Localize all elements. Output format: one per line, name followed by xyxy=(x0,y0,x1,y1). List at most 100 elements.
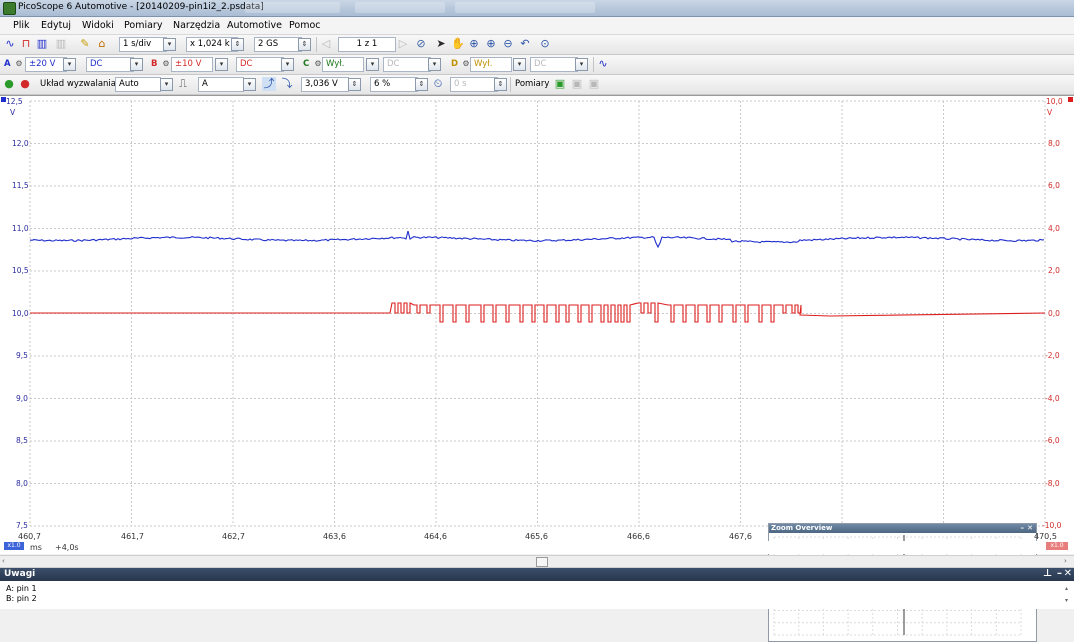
time-axis-tick: 460,7 xyxy=(18,532,41,541)
inactive-window-tab[interactable] xyxy=(455,2,595,13)
channel-d-range-dropdown[interactable]: ▾ xyxy=(513,58,526,71)
axis-b-tick: 0,0 xyxy=(1048,309,1060,318)
menu-help[interactable]: Pomoc xyxy=(289,20,321,31)
channel-a-coupling-dropdown[interactable]: ▾ xyxy=(130,58,143,71)
add-measurement-icon[interactable]: ▣ xyxy=(553,77,567,91)
next-buffer-icon[interactable]: ▷ xyxy=(396,37,410,51)
trigger-source-dropdown[interactable]: ▾ xyxy=(243,78,256,91)
zoom-in-icon[interactable]: ⊕ xyxy=(484,37,498,51)
rising-edge-icon[interactable]: ⤴ xyxy=(262,77,276,91)
channel-d-range[interactable]: Wył. xyxy=(470,57,512,72)
previous-buffer-icon[interactable]: ◁ xyxy=(319,37,333,51)
axis-b-tick: 2,0 xyxy=(1048,266,1060,275)
channel-d-coupling-dropdown[interactable]: ▾ xyxy=(575,58,588,71)
channel-d-label: D xyxy=(451,59,459,69)
time-axis-row: 460,7 461,7 462,7 463,6 464,6 465,6 466,… xyxy=(0,532,1074,554)
spectrum-disabled-icon: ▥ xyxy=(55,37,67,50)
menu-measurements[interactable]: Pomiary xyxy=(124,20,162,31)
channel-d-coupling[interactable]: DC xyxy=(530,57,578,72)
menu-edit[interactable]: Edytuj xyxy=(41,20,71,31)
channel-b-coupling[interactable]: DC xyxy=(236,57,284,72)
channel-a-zoom-badge[interactable]: x1.0 xyxy=(4,542,24,550)
axis-b-tick: 8,0 xyxy=(1048,139,1060,148)
home-icon[interactable]: ⌂ xyxy=(95,37,109,51)
trigger-threshold-spinner[interactable]: ⇕ xyxy=(348,78,361,91)
channel-b-range[interactable]: ±10 V xyxy=(171,57,213,72)
axis-a-tick: 8,5 xyxy=(16,436,28,445)
trigger-mode-dropdown[interactable]: ▾ xyxy=(160,78,173,91)
channel-b-coupling-dropdown[interactable]: ▾ xyxy=(281,58,294,71)
hand-pan-icon[interactable]: ✋ xyxy=(451,37,465,51)
trigger-threshold-field[interactable]: 3,036 V xyxy=(301,77,349,92)
axis-a-tick: 8,0 xyxy=(16,479,28,488)
waveform-canvas[interactable] xyxy=(0,96,1074,542)
notes-text-area[interactable]: A: pin 1 B: pin 2 ▴ ▾ xyxy=(0,581,1074,609)
channel-a-range[interactable]: ±20 V xyxy=(25,57,67,72)
axis-a-tick: 9,5 xyxy=(16,351,28,360)
pin-icon[interactable]: ⊥ xyxy=(1043,568,1052,579)
timebase-field[interactable]: 1 s/div xyxy=(119,37,167,52)
axis-a-tick: 9,0 xyxy=(16,394,28,403)
scroll-right-icon[interactable]: › xyxy=(1064,557,1072,565)
time-axis-tick: 467,6 xyxy=(729,532,752,541)
math-channels-icon[interactable]: ∿ xyxy=(596,57,610,71)
channel-a-coupling[interactable]: DC xyxy=(86,57,134,72)
probe-wand-icon[interactable]: ✎ xyxy=(78,37,92,51)
scroll-thumb[interactable] xyxy=(536,557,548,567)
time-axis-tick: 470,5 xyxy=(1034,532,1057,541)
pretrigger-field[interactable]: 6 % xyxy=(370,77,418,92)
menu-automotive[interactable]: Automotive xyxy=(227,20,282,31)
menu-tools[interactable]: Narzędzia xyxy=(173,20,220,31)
toolbar-separator xyxy=(316,37,317,52)
stop-capture-icon[interactable]: ● xyxy=(18,77,32,91)
menu-views[interactable]: Widoki xyxy=(82,20,114,31)
post-trigger-delay-icon[interactable]: ⏲ xyxy=(431,77,445,91)
menu-bar: Plik Edytuj Widoki Pomiary Narzędzia Aut… xyxy=(0,17,1074,35)
persistence-mode-icon[interactable]: ⊓ xyxy=(19,37,33,51)
buffer-page-field[interactable]: 1 z 1 xyxy=(338,37,396,52)
advanced-trigger-icon[interactable]: ⎍ xyxy=(176,77,190,91)
channel-b-range-dropdown[interactable]: ▾ xyxy=(215,58,228,71)
spectrum-mode-icon[interactable]: ▥ xyxy=(35,37,49,51)
inactive-window-tab[interactable] xyxy=(245,2,340,13)
sample-count-spinner[interactable]: ⇕ xyxy=(298,38,311,51)
pretrigger-spinner[interactable]: ⇕ xyxy=(415,78,428,91)
minimize-icon[interactable]: – xyxy=(1057,568,1062,579)
trigger-delay-spinner[interactable]: ⇕ xyxy=(494,78,507,91)
edit-measurement-icon[interactable]: ▣ xyxy=(570,77,584,91)
delete-measurement-icon[interactable]: ▣ xyxy=(587,77,601,91)
scroll-up-icon[interactable]: ▴ xyxy=(1065,585,1068,592)
channel-c-range-dropdown[interactable]: ▾ xyxy=(366,58,379,71)
zoom-out-icon[interactable]: ⊖ xyxy=(501,37,515,51)
menu-file[interactable]: Plik xyxy=(13,20,30,31)
zoom-area-icon[interactable]: ⊕ xyxy=(467,37,481,51)
undo-zoom-icon[interactable]: ↶ xyxy=(518,37,532,51)
channel-c-coupling-dropdown[interactable]: ▾ xyxy=(428,58,441,71)
trigger-delay-field[interactable]: 0 s xyxy=(450,77,498,92)
select-pointer-icon[interactable]: ➤ xyxy=(434,37,448,51)
close-icon[interactable]: ✕ xyxy=(1027,524,1033,533)
scroll-left-icon[interactable]: ‹ xyxy=(2,557,10,565)
channel-c-range[interactable]: Wył. xyxy=(322,57,364,72)
sample-count-field[interactable]: 2 GS xyxy=(254,37,302,52)
timebase-dropdown[interactable]: ▾ xyxy=(163,38,176,51)
zoom-factor-spinner[interactable]: ⇕ xyxy=(231,38,244,51)
trigger-source-field[interactable]: A xyxy=(198,77,244,92)
scroll-down-icon[interactable]: ▾ xyxy=(1065,597,1068,604)
trigger-mode-field[interactable]: Auto xyxy=(115,77,161,92)
scope-mode-icon[interactable]: ∿ xyxy=(3,37,17,51)
close-icon[interactable]: ✕ xyxy=(1064,568,1072,579)
horizontal-scrollbar[interactable]: ‹ › xyxy=(0,555,1074,568)
channel-a-options-icon[interactable]: ⚙ xyxy=(12,57,26,71)
channel-c-coupling[interactable]: DC xyxy=(383,57,431,72)
channel-b-zoom-badge[interactable]: x1.0 xyxy=(1046,542,1068,550)
buffer-navigator-icon[interactable]: ⊘ xyxy=(414,37,428,51)
channel-a-range-dropdown[interactable]: ▾ xyxy=(63,58,76,71)
axis-a-unit: V xyxy=(10,108,16,117)
falling-edge-icon[interactable]: ⤵ xyxy=(280,77,294,91)
minimize-icon[interactable]: – xyxy=(1021,524,1025,533)
inactive-window-tab[interactable] xyxy=(355,2,445,13)
scope-view[interactable]: 12,5 V 12,0 11,5 11,0 10,5 10,0 9,5 9,0 … xyxy=(0,95,1074,642)
start-capture-icon[interactable]: ● xyxy=(2,77,16,91)
zoom-to-fit-icon[interactable]: ⊙ xyxy=(538,37,552,51)
